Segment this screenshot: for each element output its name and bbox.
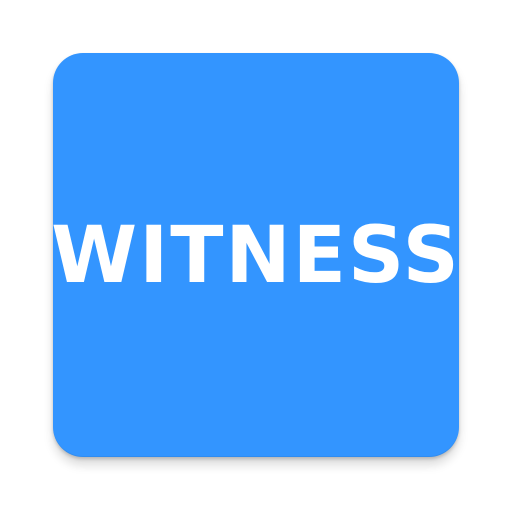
canvas: WITNESS (0, 0, 512, 512)
app-wordmark: WITNESS (53, 211, 459, 301)
witness-app-icon[interactable]: WITNESS (53, 53, 459, 457)
